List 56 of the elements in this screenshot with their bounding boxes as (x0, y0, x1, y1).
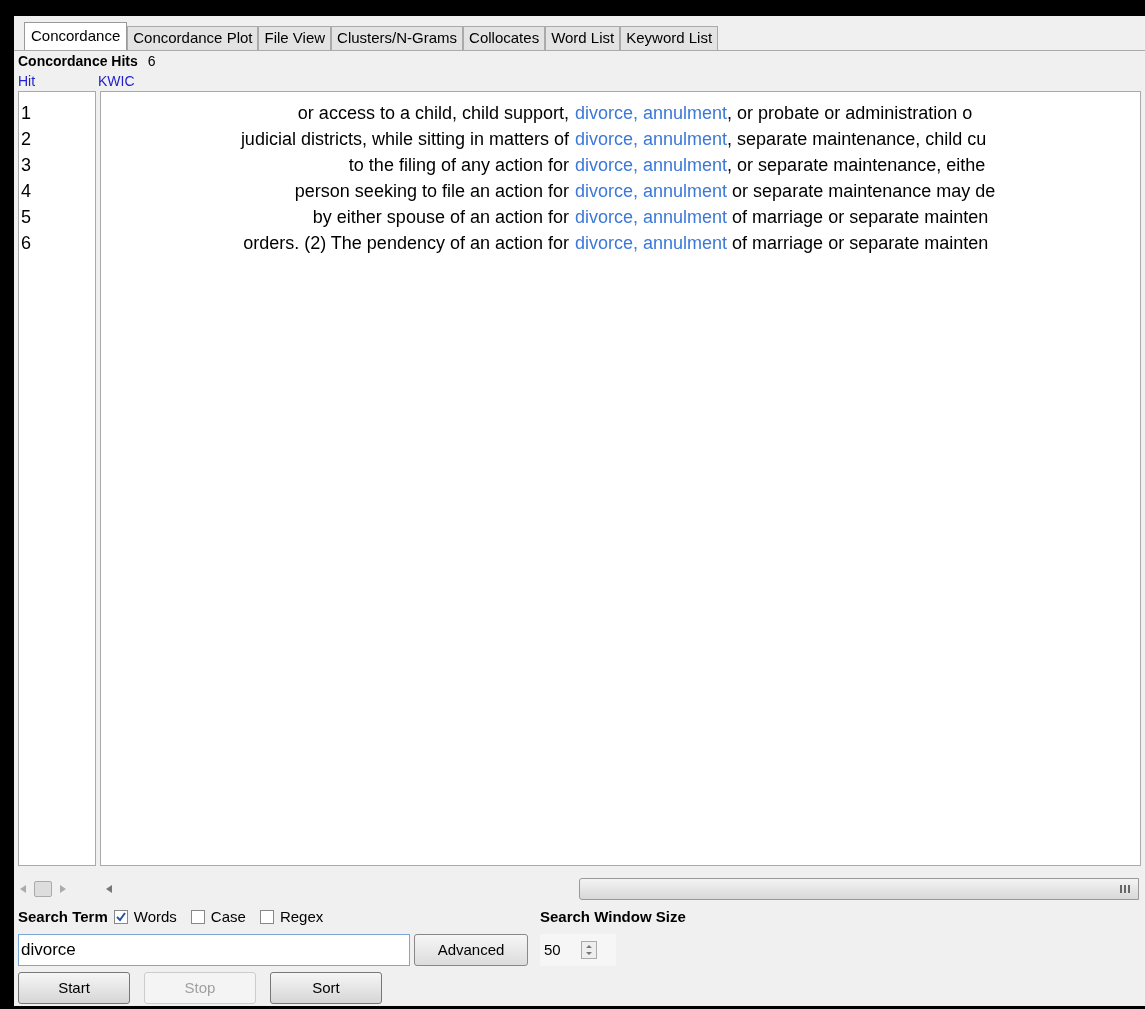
left-context[interactable]: orders. (2) The pendency of an action for (101, 230, 575, 256)
left-context[interactable]: to the filing of any action for (101, 152, 575, 178)
column-header: KWIC (98, 71, 135, 91)
left-context[interactable]: by either spouse of an action for (101, 204, 575, 230)
hit-number[interactable]: 4 (19, 178, 95, 204)
keyword[interactable]: divorce, annulment (575, 178, 728, 204)
window-size-spinner[interactable]: 50 (540, 934, 616, 966)
hit-number[interactable]: 1 (19, 100, 95, 126)
left-arrow-icon[interactable] (106, 885, 112, 893)
advanced-button[interactable]: Advanced (414, 934, 528, 966)
keyword[interactable]: divorce, annulment (575, 152, 728, 178)
right-arrow-icon[interactable] (60, 885, 66, 893)
right-context[interactable]: of marriage or separate mainten (727, 204, 989, 230)
hit-number[interactable]: 5 (19, 204, 95, 230)
hits-count: 6 (147, 51, 156, 71)
search-term-label: Search Term (18, 906, 108, 927)
tab[interactable]: Clusters/N-Grams (331, 26, 464, 50)
checkbox[interactable] (190, 910, 205, 924)
left-context[interactable]: judicial districts, while sitting in matters of (101, 126, 575, 152)
keyword[interactable]: divorce, annulment (575, 204, 728, 230)
checkbox-label[interactable]: Regex (279, 905, 324, 929)
hit-number[interactable]: 2 (19, 126, 95, 152)
keyword[interactable]: divorce, annulment (575, 230, 728, 256)
tab[interactable]: Concordance Plot (127, 26, 259, 50)
tab[interactable]: Word List (545, 26, 621, 50)
check-icon (115, 912, 126, 922)
checkbox-label[interactable]: Words (133, 905, 177, 929)
search-field[interactable]: divorce (18, 934, 410, 966)
spinner-arrows-icon[interactable] (580, 941, 597, 959)
scroll-thumb[interactable] (579, 878, 1139, 900)
keyword[interactable]: divorce, annulment (575, 100, 728, 126)
checkbox-label[interactable]: Case (210, 905, 246, 929)
right-context[interactable]: , or separate maintenance, eithe (727, 152, 986, 178)
right-context[interactable]: , separate maintenance, child cu (727, 126, 987, 152)
right-context[interactable]: of marriage or separate mainten (727, 230, 989, 256)
tab[interactable]: Keyword List (620, 26, 719, 50)
scroll-thumb[interactable] (34, 881, 52, 897)
tab[interactable]: Concordance (24, 22, 128, 50)
hit-number[interactable]: 6 (19, 230, 95, 256)
window-size-label: Search Window Size (540, 906, 686, 927)
checkbox[interactable] (113, 910, 128, 924)
hits-label: Concordance Hits (18, 51, 138, 71)
right-context[interactable]: or separate maintenance may de (727, 178, 996, 204)
checkbox[interactable] (259, 910, 274, 924)
grip-icon (1120, 884, 1130, 894)
right-context[interactable]: , or probate or administration o (727, 100, 973, 126)
action-button[interactable]: Start (18, 972, 130, 1004)
column-header: Hit (18, 71, 37, 91)
tab[interactable]: Collocates (463, 26, 546, 50)
keyword[interactable]: divorce, annulment (575, 126, 728, 152)
left-arrow-icon[interactable] (20, 885, 26, 893)
left-context[interactable]: person seeking to file an action for (101, 178, 575, 204)
hit-number[interactable]: 3 (19, 152, 95, 178)
left-context[interactable]: or access to a child, child support, (101, 100, 575, 126)
tab[interactable]: File View (258, 26, 332, 50)
action-button[interactable]: Sort (270, 972, 382, 1004)
